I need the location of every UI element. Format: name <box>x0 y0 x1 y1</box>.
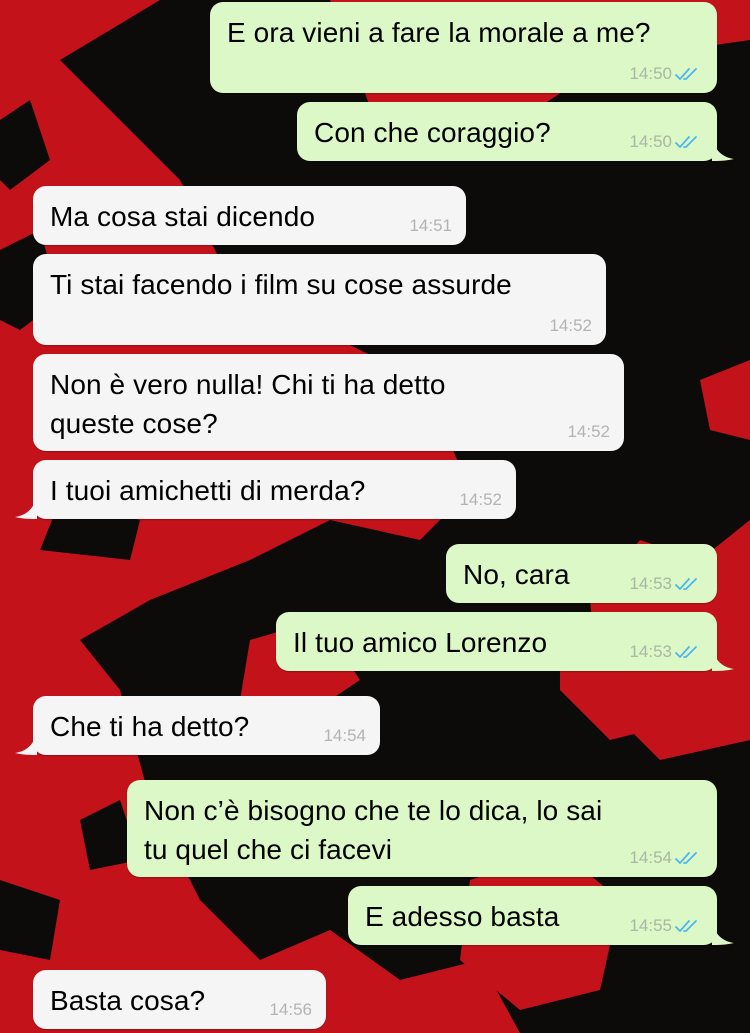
message-text: E ora vieni a fare la morale a me? <box>227 17 651 48</box>
message-time: 14:52 <box>459 490 502 509</box>
message-text: Non è vero nulla! Chi ti ha detto queste… <box>50 369 446 439</box>
message-text: Non c’è bisogno che te lo dica, lo sai t… <box>144 795 603 865</box>
message-meta: 14:53 <box>629 574 701 594</box>
message-time: 14:54 <box>629 848 672 867</box>
message-meta: 14:56 <box>269 1000 312 1020</box>
message-bubble-incoming[interactable]: Ma cosa stai dicendo 14:51 <box>33 186 466 245</box>
message-meta: 14:50 <box>629 132 701 152</box>
message-meta: 14:52 <box>459 490 502 510</box>
message-text: Ma cosa stai dicendo <box>50 201 316 232</box>
message-time: 14:51 <box>409 216 452 235</box>
bubble-tail <box>15 733 37 755</box>
message-bubble-outgoing[interactable]: E adesso basta 14:55 <box>348 886 717 945</box>
message-meta: 14:55 <box>629 916 701 936</box>
message-time: 14:50 <box>629 132 672 151</box>
chat-messages-list[interactable]: E ora vieni a fare la morale a me? 14:50… <box>0 0 750 1033</box>
double-check-icon <box>675 920 697 932</box>
message-bubble-outgoing[interactable]: Con che coraggio? 14:50 <box>297 102 717 161</box>
message-bubble-incoming[interactable]: Ti stai facendo i film su cose assurde 1… <box>33 254 606 345</box>
bubble-tail <box>712 139 734 161</box>
message-text: Che ti ha detto? <box>50 711 250 742</box>
message-time: 14:55 <box>629 916 672 935</box>
message-time: 14:54 <box>323 726 366 745</box>
double-check-icon <box>675 68 697 80</box>
bubble-tail <box>712 649 734 671</box>
message-bubble-incoming[interactable]: Basta cosa? 14:56 <box>33 970 326 1029</box>
message-time: 14:50 <box>629 64 672 83</box>
message-meta: 14:54 <box>323 726 366 746</box>
message-time: 14:53 <box>629 642 672 661</box>
message-bubble-incoming[interactable]: Non è vero nulla! Chi ti ha detto queste… <box>33 354 624 451</box>
message-meta: 14:54 <box>629 848 701 868</box>
message-meta: 14:52 <box>567 422 610 442</box>
double-check-icon <box>675 578 697 590</box>
bubble-tail <box>15 497 37 519</box>
message-meta: 14:51 <box>409 216 452 236</box>
message-time: 14:52 <box>567 422 610 441</box>
message-time: 14:52 <box>549 316 592 335</box>
message-bubble-outgoing[interactable]: No, cara 14:53 <box>446 544 717 603</box>
message-bubble-outgoing[interactable]: E ora vieni a fare la morale a me? 14:50 <box>210 2 717 93</box>
message-bubble-outgoing[interactable]: Non c’è bisogno che te lo dica, lo sai t… <box>127 780 717 877</box>
message-meta: 14:53 <box>629 642 701 662</box>
bubble-tail <box>712 923 734 945</box>
message-meta: 14:50 <box>629 64 701 84</box>
message-bubble-outgoing[interactable]: Il tuo amico Lorenzo 14:53 <box>276 612 717 671</box>
double-check-icon <box>675 646 697 658</box>
double-check-icon <box>675 852 697 864</box>
message-bubble-incoming[interactable]: Che ti ha detto? 14:54 <box>33 696 380 755</box>
message-text: Ti stai facendo i film su cose assurde <box>50 269 512 300</box>
message-time: 14:53 <box>629 574 672 593</box>
message-text: I tuoi amichetti di merda? <box>50 475 366 506</box>
message-bubble-incoming[interactable]: I tuoi amichetti di merda? 14:52 <box>33 460 516 519</box>
message-time: 14:56 <box>269 1000 312 1019</box>
message-meta: 14:52 <box>549 316 592 336</box>
double-check-icon <box>675 136 697 148</box>
